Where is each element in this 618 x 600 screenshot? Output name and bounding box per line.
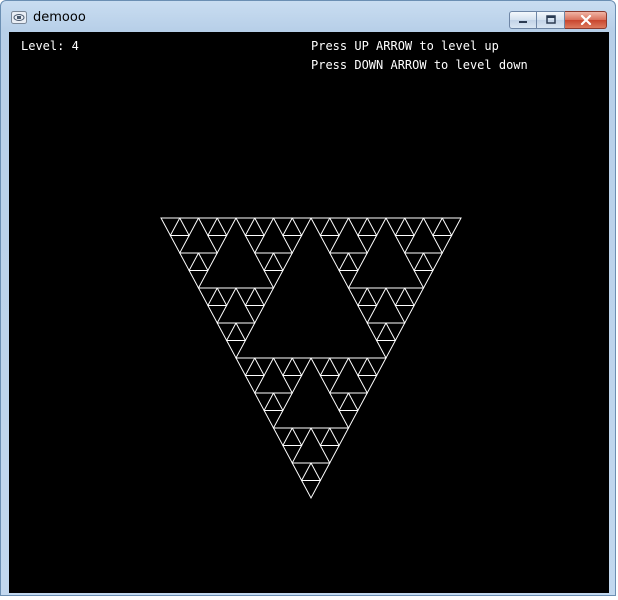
- fractal-triangle: [366, 217, 387, 237]
- fractal-triangle: [244, 375, 265, 395]
- fractal-triangle: [357, 375, 378, 395]
- fractal-triangle: [300, 480, 322, 500]
- fractal-triangle: [328, 392, 350, 412]
- maximize-button[interactable]: [537, 11, 565, 29]
- fractal-triangle: [178, 217, 200, 237]
- fractal-triangle: [282, 235, 303, 255]
- fractal-triangle: [310, 462, 331, 482]
- fractal-triangle: [328, 427, 350, 447]
- fractal-triangle: [253, 252, 275, 272]
- fractal-triangle: [197, 287, 219, 307]
- fractal-triangle: [291, 462, 312, 482]
- fractal-triangle: [235, 322, 256, 342]
- fractal-triangle: [310, 427, 331, 447]
- fractal-triangle: [235, 357, 256, 377]
- window-controls: [509, 11, 607, 29]
- sierpinski-triangle: [160, 217, 462, 500]
- fractal-triangle: [207, 305, 228, 325]
- fractal-triangle: [253, 392, 275, 412]
- fractal-triangle: [178, 252, 200, 272]
- fractal-triangle: [328, 252, 350, 272]
- fractal-triangle: [272, 427, 294, 447]
- fractal-triangle: [375, 340, 397, 360]
- fractal-triangle: [197, 252, 219, 272]
- close-button[interactable]: [565, 11, 607, 29]
- fractal-triangle: [310, 217, 331, 237]
- console-app-icon: [11, 11, 27, 24]
- fractal-triangle: [160, 217, 181, 237]
- fractal-triangle: [403, 252, 425, 272]
- fractal-triangle: [244, 305, 265, 325]
- fractal-triangle: [413, 270, 434, 290]
- fractal-triangle: [319, 445, 340, 465]
- fractal-triangle: [244, 235, 265, 255]
- render-canvas[interactable]: Level: 4 Press UP ARROW to level up Pres…: [9, 32, 609, 593]
- fractal-triangle: [432, 235, 453, 255]
- fractal-triangle: [216, 322, 237, 342]
- fractal-triangle: [310, 357, 331, 377]
- fractal-triangle: [403, 217, 425, 237]
- fractal-triangle: [338, 410, 359, 430]
- fractal-triangle: [394, 235, 415, 255]
- fractal-triangle: [441, 217, 462, 237]
- fractal-triangle: [319, 235, 340, 255]
- fractal-triangle: [422, 252, 444, 272]
- fractal-triangle: [272, 252, 294, 272]
- fractal-triangle: [272, 392, 294, 412]
- minimize-button[interactable]: [509, 11, 537, 29]
- title-bar[interactable]: demooo: [1, 1, 615, 31]
- fractal-triangle: [263, 270, 284, 290]
- fractal-triangle: [253, 217, 275, 237]
- fractal-triangle: [394, 305, 415, 325]
- fractal-triangle: [188, 270, 209, 290]
- fractal-triangle: [235, 217, 256, 237]
- fractal-triangle: [272, 357, 294, 377]
- fractal-triangle: [282, 445, 303, 465]
- window-title: demooo: [33, 10, 86, 25]
- fractal-triangle: [225, 340, 247, 360]
- fractal-triangle: [291, 217, 312, 237]
- maximize-icon: [545, 15, 556, 24]
- fractal-triangle: [235, 287, 256, 307]
- fractal-triangle: [357, 305, 378, 325]
- fractal-triangle: [291, 427, 312, 447]
- fractal-triangle: [282, 375, 303, 395]
- fractal-triangle: [385, 322, 406, 342]
- fractal-triangle: [253, 287, 275, 307]
- fractal-triangle: [216, 217, 237, 237]
- fractal-triangle: [422, 217, 444, 237]
- fractal-triangle: [366, 322, 387, 342]
- fractal-triangle: [366, 357, 387, 377]
- close-icon: [580, 15, 591, 25]
- fractal-triangle: [272, 217, 294, 237]
- fractal-triangle: [216, 287, 237, 307]
- minimize-icon: [519, 21, 527, 23]
- fractal-triangle: [328, 217, 350, 237]
- fractal-triangle: [347, 357, 369, 377]
- fractal-triangle: [263, 410, 284, 430]
- fractal-triangle: [328, 357, 350, 377]
- taskbar-strip: [0, 596, 618, 600]
- fractal-triangle: [347, 217, 369, 237]
- app-window: demooo Level: 4 Press UP ARROW to level …: [0, 0, 616, 596]
- fractal-triangle: [338, 270, 359, 290]
- fractal-triangle: [319, 375, 340, 395]
- fractal-triangle: [357, 235, 378, 255]
- fractal-triangle: [169, 235, 190, 255]
- fractal-triangle: [403, 287, 425, 307]
- fractal-triangle: [347, 392, 369, 412]
- fractal-triangle: [253, 357, 275, 377]
- fractal-triangle: [347, 252, 369, 272]
- fractal-triangle: [197, 217, 219, 237]
- fractal-triangle: [347, 287, 369, 307]
- fractal-triangle: [385, 217, 406, 237]
- fractal-triangle: [366, 287, 387, 307]
- fractal-triangle: [385, 287, 406, 307]
- fractal-triangle: [291, 357, 312, 377]
- fractal-triangle: [207, 235, 228, 255]
